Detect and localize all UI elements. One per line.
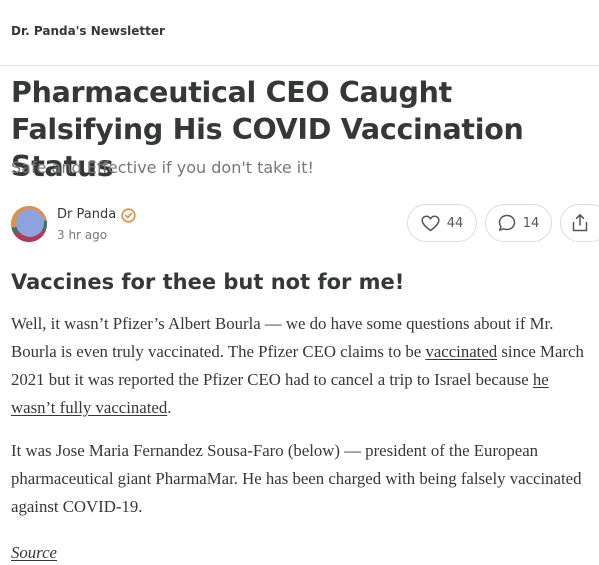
- body-paragraph-2: It was Jose Maria Fernandez Sousa-Faro (…: [11, 441, 582, 516]
- vaccinated-link[interactable]: vaccinated: [425, 342, 497, 361]
- verified-badge-icon: [121, 207, 136, 223]
- comment-count: 14: [522, 215, 540, 231]
- author-name[interactable]: Dr Panda: [57, 207, 116, 223]
- comment-button[interactable]: 14: [485, 204, 552, 242]
- share-button[interactable]: [560, 204, 599, 242]
- heart-icon: [421, 214, 440, 232]
- author-line: Dr Panda: [57, 207, 136, 223]
- source-link[interactable]: Source: [11, 539, 57, 565]
- share-icon: [571, 213, 589, 233]
- publication-header: Dr. Panda's Newsletter: [0, 0, 599, 66]
- post-timestamp: 3 hr ago: [57, 228, 108, 242]
- author-avatar[interactable]: [11, 206, 47, 242]
- body-paragraph-1: Well, it wasn’t Pfizer’s Albert Bourla —…: [11, 310, 593, 422]
- section-heading: Vaccines for thee but not for me!: [11, 270, 405, 294]
- like-count: 44: [446, 215, 464, 231]
- like-button[interactable]: 44: [407, 204, 477, 242]
- publication-name[interactable]: Dr. Panda's Newsletter: [11, 24, 165, 38]
- paragraph-1-text-c: .: [167, 398, 172, 417]
- comment-bubble-icon: [498, 214, 516, 232]
- post-subtitle: Safe and Effective if you don't take it!: [11, 158, 314, 177]
